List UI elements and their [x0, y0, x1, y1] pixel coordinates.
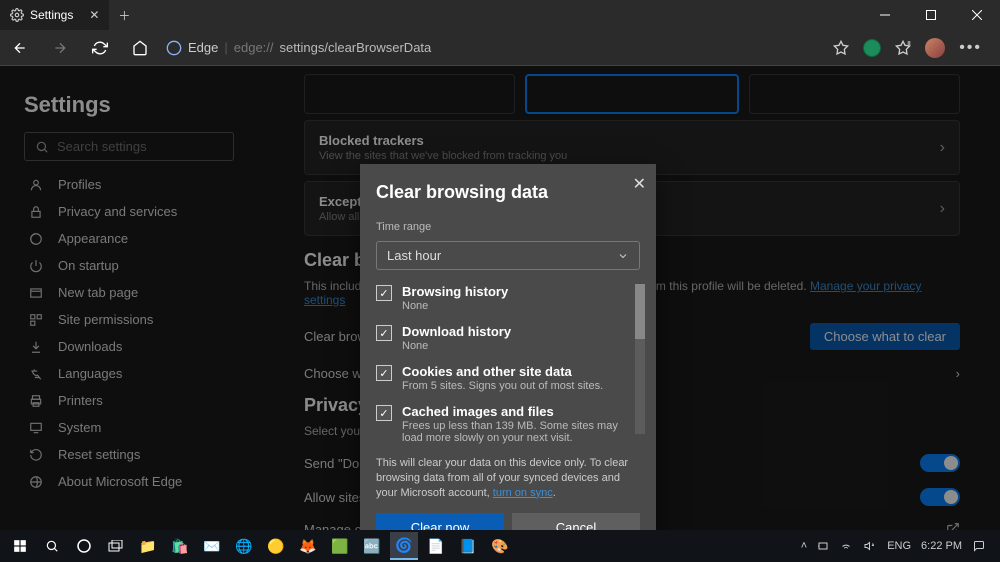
clear-option-cookies-and-other-site-data[interactable]: Cookies and other site dataFrom 5 sites.…	[376, 364, 640, 392]
dialog-title: Clear browsing data	[376, 182, 640, 203]
task-view-icon[interactable]	[102, 532, 130, 560]
close-icon[interactable]: ✕	[89, 10, 99, 20]
notifications-icon[interactable]	[972, 540, 986, 552]
store-icon[interactable]: 🛍️	[166, 532, 194, 560]
profile-avatar[interactable]	[925, 38, 945, 58]
url-browser: Edge	[188, 40, 218, 55]
browser-tab[interactable]: Settings ✕	[0, 0, 109, 30]
url-path: settings/clearBrowserData	[280, 40, 432, 55]
checkbox[interactable]	[376, 365, 392, 381]
paint-icon[interactable]: 🎨	[486, 532, 514, 560]
start-button[interactable]	[6, 532, 34, 560]
more-icon[interactable]: •••	[959, 39, 982, 57]
minimize-button[interactable]	[862, 0, 908, 30]
notepad-icon[interactable]: 📄	[422, 532, 450, 560]
turn-on-sync-link[interactable]: turn on sync	[493, 487, 553, 499]
clear-option-cached-images-and-files[interactable]: Cached images and filesFrees up less tha…	[376, 404, 640, 444]
tray-chevron-icon[interactable]: ˄	[801, 540, 807, 552]
refresh-button[interactable]	[86, 34, 114, 62]
ie-icon[interactable]: 🌐	[230, 532, 258, 560]
maximize-button[interactable]	[908, 0, 954, 30]
volume-icon[interactable]	[863, 540, 877, 552]
home-button[interactable]	[126, 34, 154, 62]
edge-taskbar-icon[interactable]: 🌀	[390, 532, 418, 560]
language-indicator[interactable]: ENG	[887, 540, 911, 552]
scrollbar-thumb[interactable]	[635, 284, 645, 339]
edge-icon	[166, 40, 182, 56]
clear-option-download-history[interactable]: Download historyNone	[376, 324, 640, 352]
bluetooth-icon[interactable]	[817, 540, 829, 552]
address-bar[interactable]: Edge | edge://settings/clearBrowserData	[166, 40, 821, 56]
close-dialog-button[interactable]: ✕	[633, 174, 646, 194]
forward-button[interactable]	[46, 34, 74, 62]
time-range-select[interactable]: Last hour	[376, 241, 640, 270]
extension-icon[interactable]	[863, 39, 881, 57]
chrome-icon[interactable]: 🟡	[262, 532, 290, 560]
gear-icon	[10, 8, 24, 22]
app2-icon[interactable]: 🔤	[358, 532, 386, 560]
cortana-icon[interactable]	[70, 532, 98, 560]
app-icon[interactable]: 🟩	[326, 532, 354, 560]
firefox-icon[interactable]: 🦊	[294, 532, 322, 560]
word-icon[interactable]: 📘	[454, 532, 482, 560]
tab-title: Settings	[30, 8, 73, 22]
explorer-icon[interactable]: 📁	[134, 532, 162, 560]
new-tab-button[interactable]: ＋	[109, 7, 139, 24]
url-prefix: edge://	[234, 40, 274, 55]
clear-browsing-data-dialog: ✕ Clear browsing data Time range Last ho…	[360, 164, 656, 556]
clock[interactable]: 6:22 PM	[921, 540, 962, 552]
back-button[interactable]	[6, 34, 34, 62]
checkbox[interactable]	[376, 325, 392, 341]
clear-option-browsing-history[interactable]: Browsing historyNone	[376, 284, 640, 312]
close-window-button[interactable]	[954, 0, 1000, 30]
time-range-label: Time range	[376, 221, 431, 233]
favorite-icon[interactable]	[833, 40, 849, 56]
mail-icon[interactable]: ✉️	[198, 532, 226, 560]
wifi-icon[interactable]	[839, 540, 853, 552]
favorites-list-icon[interactable]	[895, 40, 911, 56]
checkbox[interactable]	[376, 405, 392, 421]
search-icon[interactable]	[38, 532, 66, 560]
chevron-down-icon	[617, 250, 629, 262]
checkbox[interactable]	[376, 285, 392, 301]
